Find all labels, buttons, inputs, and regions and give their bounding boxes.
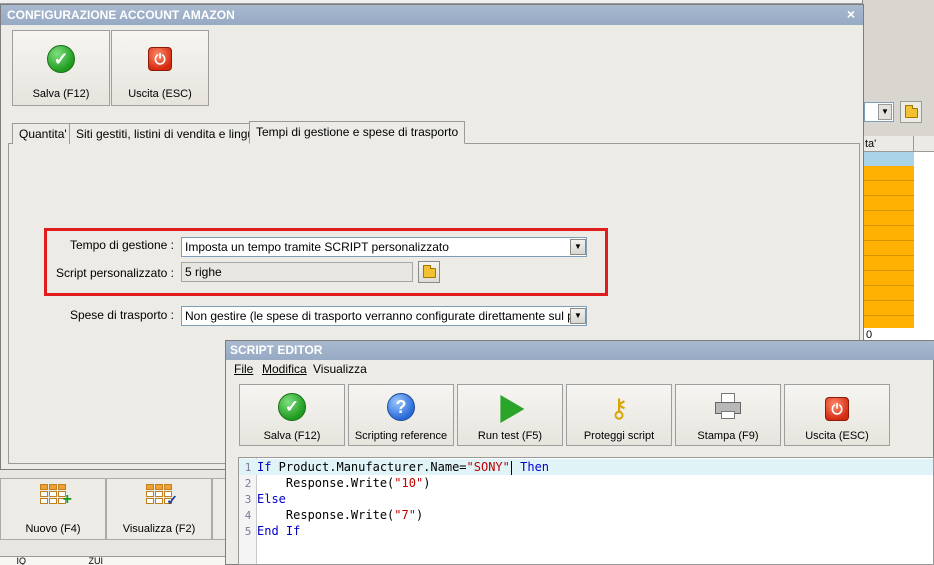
spese-select[interactable]: Non gestire (le spese di trasporto verra…	[181, 306, 587, 326]
view-button[interactable]: ✓ Visualizza (F2)	[106, 478, 212, 540]
save-button-label: Salva (F12)	[32, 88, 90, 100]
editor-exit-button[interactable]: ⏻ Uscita (ESC)	[784, 384, 890, 446]
folder-icon	[905, 105, 918, 118]
background-grid-rows[interactable]	[862, 166, 914, 328]
highlight-box	[44, 228, 608, 296]
key-icon: ⚷	[609, 393, 629, 423]
keyword-if: If	[257, 460, 272, 474]
code-close: )	[423, 476, 431, 490]
menu-file-label: File	[234, 362, 254, 376]
line-number: 5	[244, 525, 252, 538]
background-folder-button[interactable]	[900, 101, 922, 123]
keyword-then: Then	[512, 460, 550, 474]
background-grid-selected-row[interactable]	[862, 152, 914, 166]
keyword-else: Else	[257, 492, 286, 506]
close-icon[interactable]: ×	[842, 5, 860, 25]
view-grid-icon: ✓	[145, 484, 178, 508]
print-label: Stampa (F9)	[697, 430, 759, 442]
scripting-reference-label: Scripting reference	[354, 430, 448, 442]
play-icon	[500, 395, 525, 423]
background-grid-header[interactable]: ta'	[862, 136, 914, 152]
code-call: Response.Write(	[257, 508, 395, 522]
line-number: 3	[244, 493, 252, 506]
check-icon: ✓	[47, 45, 75, 73]
menu-file[interactable]: File	[234, 361, 253, 377]
new-grid-icon: +	[39, 484, 72, 508]
code-expr: Product.Manufacturer.Name=	[271, 460, 467, 474]
tab-siti-gestiti[interactable]: Siti gestiti, listini di vendita e lingu…	[69, 123, 268, 144]
text-caret	[510, 460, 512, 475]
run-test-label: Run test (F5)	[477, 430, 543, 442]
code-close: )	[415, 508, 424, 522]
new-button[interactable]: + Nuovo (F4)	[0, 478, 106, 540]
code-line-2[interactable]: 2 Response.Write("10")	[239, 475, 431, 491]
protect-script-button[interactable]: ⚷ Proteggi script	[566, 384, 672, 446]
code-string: "7"	[394, 508, 416, 522]
chevron-down-icon[interactable]: ▼	[878, 104, 892, 120]
run-test-button[interactable]: Run test (F5)	[457, 384, 563, 446]
help-icon: ?	[387, 393, 415, 421]
tab-quantita[interactable]: Quantita'	[12, 123, 74, 144]
menu-modifica[interactable]: Modifica	[262, 361, 307, 377]
keyword-end-if: End If	[257, 524, 301, 538]
exit-button-label: Uscita (ESC)	[128, 88, 192, 100]
scripting-reference-button[interactable]: ? Scripting reference	[348, 384, 454, 446]
save-button[interactable]: ✓ Salva (F12)	[12, 30, 110, 106]
line-number: 1	[244, 461, 252, 474]
new-button-label: Nuovo (F4)	[25, 523, 81, 535]
menu-modifica-label: Modifica	[262, 362, 307, 376]
print-button[interactable]: Stampa (F9)	[675, 384, 781, 446]
chevron-down-icon[interactable]: ▼	[570, 308, 586, 324]
power-icon: ⏻	[825, 397, 849, 421]
background-bottom-strip: IQ ZUI	[0, 556, 225, 565]
line-number: 4	[244, 509, 252, 522]
code-line-3[interactable]: 3 Else	[239, 491, 286, 507]
spese-label: Spese di trasporto :	[69, 308, 174, 322]
background-partial-button[interactable]	[212, 478, 226, 540]
code-call: Response.Write(	[257, 476, 395, 490]
code-editor[interactable]: 1 If Product.Manufacturer.Name="SONY" The…	[238, 457, 934, 565]
script-editor-title: SCRIPT EDITOR	[226, 341, 934, 360]
menu-visualizza-label: Visualizza	[313, 362, 367, 376]
view-button-label: Visualizza (F2)	[122, 523, 196, 535]
printer-icon	[713, 393, 743, 419]
code-line-4[interactable]: 4 Response.Write("7")	[239, 507, 424, 523]
menu-visualizza[interactable]: Visualizza	[313, 361, 367, 377]
protect-script-label: Proteggi script	[583, 430, 655, 442]
line-number: 2	[244, 477, 252, 490]
check-icon: ✓	[278, 393, 306, 421]
code-string: "10"	[394, 476, 424, 490]
dialog-title: CONFIGURAZIONE ACCOUNT AMAZON	[1, 5, 863, 25]
editor-save-button[interactable]: ✓ Salva (F12)	[239, 384, 345, 446]
editor-exit-label: Uscita (ESC)	[805, 430, 869, 442]
power-icon: ⏻	[148, 47, 172, 71]
code-line-1[interactable]: 1 If Product.Manufacturer.Name="SONY" The…	[239, 459, 933, 475]
editor-save-label: Salva (F12)	[263, 430, 321, 442]
code-line-5[interactable]: 5 End If	[239, 523, 301, 539]
exit-button[interactable]: ⏻ Uscita (ESC)	[111, 30, 209, 106]
background-grid-header-2[interactable]	[914, 136, 934, 152]
code-string: "SONY"	[466, 460, 510, 474]
tab-tempi-gestione[interactable]: Tempi di gestione e spese di trasporto	[249, 121, 466, 144]
